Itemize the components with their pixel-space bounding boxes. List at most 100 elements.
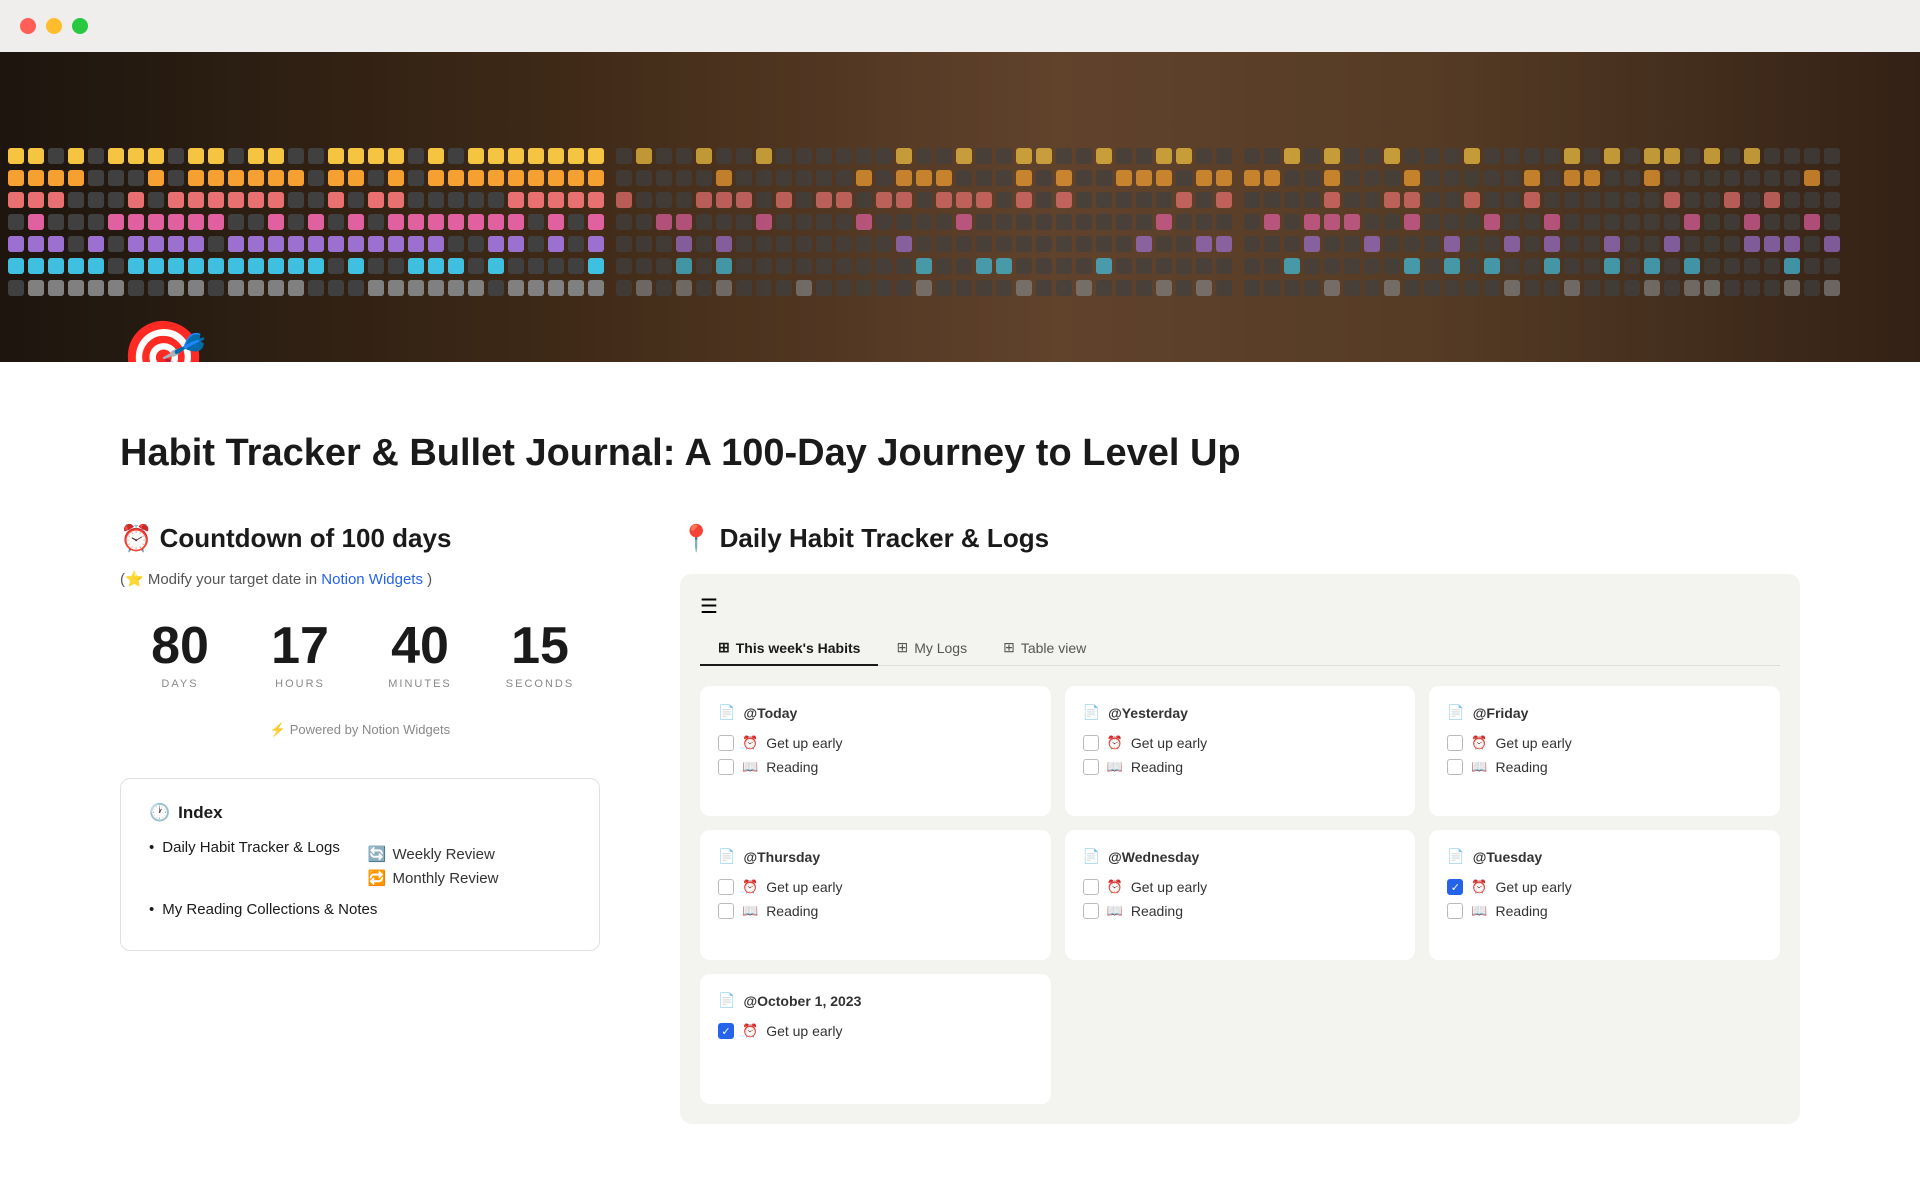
grid-cell bbox=[1484, 148, 1500, 164]
grid-cell bbox=[1216, 148, 1232, 164]
grid-cell bbox=[1036, 236, 1052, 252]
grid-cell bbox=[148, 236, 164, 252]
grid-cell bbox=[128, 192, 144, 208]
grid-cell bbox=[528, 148, 544, 164]
grid-cell bbox=[656, 170, 672, 186]
grid-cell bbox=[1324, 170, 1340, 186]
grid-cell bbox=[816, 236, 832, 252]
habit-checkbox-today-reading[interactable] bbox=[718, 759, 734, 775]
grid-cell bbox=[636, 170, 652, 186]
tab-this-weeks-habits[interactable]: ⊞ This week's Habits bbox=[700, 631, 878, 666]
maximize-button[interactable] bbox=[72, 18, 88, 34]
grid-cell bbox=[656, 214, 672, 230]
grid-cell bbox=[736, 148, 752, 164]
subtitle-prefix: (⭐ Modify your target date in bbox=[120, 571, 321, 588]
index-item-reading[interactable]: My Reading Collections & Notes bbox=[162, 901, 377, 918]
grid-cell bbox=[508, 258, 524, 274]
grid-cell bbox=[1116, 148, 1132, 164]
grid-cell bbox=[696, 170, 712, 186]
grid-cell bbox=[248, 148, 264, 164]
two-column-layout: ⏰ Countdown of 100 days (⭐ Modify your t… bbox=[120, 523, 1800, 1124]
grid-cell bbox=[816, 192, 832, 208]
habit-item: ⏰ Get up early bbox=[718, 1023, 1033, 1039]
grid-cell bbox=[328, 214, 344, 230]
grid-cell bbox=[1404, 280, 1420, 296]
grid-cell bbox=[1136, 170, 1152, 186]
grid-cell bbox=[856, 258, 872, 274]
right-column: 📍 Daily Habit Tracker & Logs ☰ ⊞ This we… bbox=[680, 523, 1800, 1124]
grid-cell bbox=[1464, 148, 1480, 164]
grid-cell bbox=[148, 258, 164, 274]
grid-cell bbox=[1464, 214, 1480, 230]
grid-cell bbox=[1484, 170, 1500, 186]
habit-checkbox-yesterday-getup[interactable] bbox=[1083, 735, 1099, 751]
grid-cell bbox=[548, 214, 564, 230]
habit-emoji: ⏰ bbox=[742, 879, 758, 895]
habit-emoji: ⏰ bbox=[1107, 735, 1123, 751]
grid-cell bbox=[148, 170, 164, 186]
page-logo: 🎯 bbox=[120, 322, 207, 362]
grid-cell bbox=[208, 170, 224, 186]
grid-cell bbox=[428, 280, 444, 296]
notion-widgets-link[interactable]: Notion Widgets bbox=[321, 571, 423, 588]
habit-checkbox-yesterday-reading[interactable] bbox=[1083, 759, 1099, 775]
list-item[interactable]: 🔄 Weekly Review bbox=[368, 845, 499, 863]
grid-cell bbox=[1464, 236, 1480, 252]
grid-cell bbox=[1544, 148, 1560, 164]
tracker-panel: ☰ ⊞ This week's Habits ⊞ My Logs ⊞ Table… bbox=[680, 574, 1800, 1124]
grid-cell bbox=[1076, 280, 1092, 296]
grid-cell bbox=[1784, 214, 1800, 230]
grid-cell bbox=[468, 214, 484, 230]
habit-checkbox-tuesday-getup[interactable] bbox=[1447, 879, 1463, 895]
timer-seconds: 15 SECONDS bbox=[480, 620, 600, 690]
grid-cell bbox=[1684, 236, 1700, 252]
habit-checkbox-wednesday-getup[interactable] bbox=[1083, 879, 1099, 895]
habit-checkbox-tuesday-reading[interactable] bbox=[1447, 903, 1463, 919]
grid-cell bbox=[8, 170, 24, 186]
grid-cell bbox=[1524, 192, 1540, 208]
grid-cell bbox=[488, 236, 504, 252]
grid-cell bbox=[1344, 192, 1360, 208]
grid-cell bbox=[1304, 170, 1320, 186]
habit-checkbox-oct1-getup[interactable] bbox=[718, 1023, 734, 1039]
grid-cell bbox=[676, 214, 692, 230]
tab-table-view[interactable]: ⊞ Table view bbox=[985, 631, 1104, 666]
grid-cell bbox=[756, 170, 772, 186]
grid-cell bbox=[676, 258, 692, 274]
index-item-daily[interactable]: Daily Habit Tracker & Logs bbox=[162, 839, 340, 856]
habit-checkbox-thursday-reading[interactable] bbox=[718, 903, 734, 919]
close-button[interactable] bbox=[20, 18, 36, 34]
card-doc-icon: 📄 bbox=[1447, 704, 1464, 721]
grid-cell bbox=[1216, 214, 1232, 230]
grid-row bbox=[0, 258, 1840, 274]
tab-my-logs[interactable]: ⊞ My Logs bbox=[878, 631, 985, 666]
list-item[interactable]: 🔁 Monthly Review bbox=[368, 869, 499, 887]
minimize-button[interactable] bbox=[46, 18, 62, 34]
grid-cell bbox=[656, 148, 672, 164]
grid-cell bbox=[1524, 236, 1540, 252]
grid-cell bbox=[1624, 148, 1640, 164]
grid-cell bbox=[288, 148, 304, 164]
grid-cell bbox=[1804, 192, 1820, 208]
habit-checkbox-thursday-getup[interactable] bbox=[718, 879, 734, 895]
grid-cell bbox=[1644, 280, 1660, 296]
grid-cell bbox=[408, 258, 424, 274]
grid-cell bbox=[208, 258, 224, 274]
grid-cell bbox=[1056, 280, 1072, 296]
grid-cell bbox=[636, 280, 652, 296]
grid-cell bbox=[1764, 236, 1780, 252]
habit-checkbox-today-getup[interactable] bbox=[718, 735, 734, 751]
grid-cell bbox=[1016, 192, 1032, 208]
habit-checkbox-friday-reading[interactable] bbox=[1447, 759, 1463, 775]
habit-checkbox-friday-getup[interactable] bbox=[1447, 735, 1463, 751]
habit-checkbox-wednesday-reading[interactable] bbox=[1083, 903, 1099, 919]
grid-cell bbox=[836, 236, 852, 252]
grid-cell bbox=[1324, 214, 1340, 230]
grid-cell bbox=[128, 214, 144, 230]
grid-cell bbox=[448, 236, 464, 252]
grid-cell bbox=[548, 192, 564, 208]
grid-cell bbox=[856, 170, 872, 186]
grid-cell bbox=[48, 170, 64, 186]
index-title: 🕐 Index bbox=[149, 803, 571, 823]
grid-cell bbox=[736, 258, 752, 274]
